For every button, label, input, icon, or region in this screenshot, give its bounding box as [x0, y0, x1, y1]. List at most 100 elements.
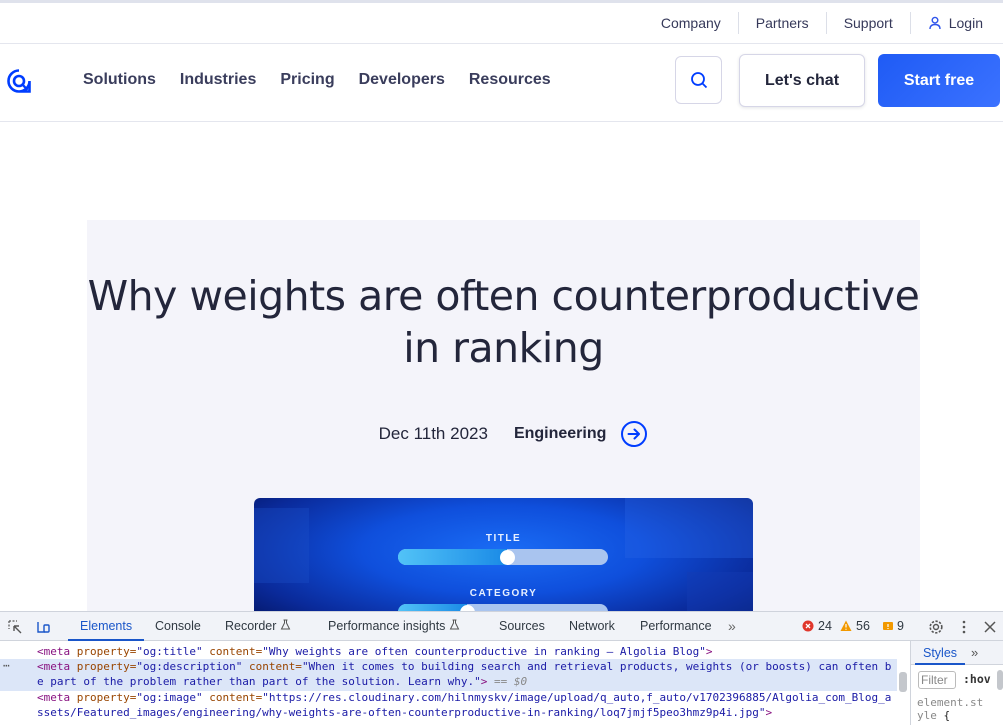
tab-performance-insights-label: Performance insights	[328, 619, 446, 633]
more-tabs-icon[interactable]: »	[971, 645, 978, 660]
nav-solutions[interactable]: Solutions	[83, 71, 156, 89]
tag-open: <meta	[37, 645, 71, 658]
login-link[interactable]: Login	[909, 12, 993, 34]
dom-node-og-description-cont[interactable]: e part of the problem rather than part o…	[37, 674, 527, 689]
attr-name: content=	[209, 645, 263, 658]
search-button[interactable]	[675, 56, 722, 104]
tab-elements[interactable]: Elements	[68, 612, 145, 641]
dom-node-og-title[interactable]: <meta property="og:title" content="Why w…	[37, 644, 713, 659]
styles-pane: Styles » Filter :hov element.style {	[910, 641, 1003, 725]
selected-marker: == $0	[493, 675, 528, 688]
title-slider	[398, 549, 608, 565]
tag-close: >	[480, 675, 488, 688]
article-date: Dec 11th 2023	[378, 424, 488, 443]
inspect-element-icon[interactable]	[7, 619, 23, 635]
slider-label-category: CATEGORY	[469, 588, 538, 599]
tag-close: >	[705, 645, 713, 658]
login-label: Login	[948, 15, 983, 31]
dom-node-og-image[interactable]: <meta property="og:image" content="https…	[37, 690, 891, 705]
attr-name: property=	[76, 645, 137, 658]
arrow-right-circle-icon[interactable]	[620, 420, 648, 448]
main-nav: Solutions Industries Pricing Developers …	[0, 44, 1003, 122]
elements-scrollbar[interactable]	[899, 672, 907, 692]
utility-bar: Company Partners Support Login	[0, 0, 1003, 44]
user-icon	[929, 16, 941, 30]
nav-pricing[interactable]: Pricing	[280, 71, 334, 89]
element-style-rule[interactable]: element.style {	[917, 696, 987, 722]
warning-count[interactable]: 56	[840, 619, 870, 633]
slider-fill	[398, 549, 508, 565]
devtools-panel: Elements Console Recorder Performance in…	[0, 611, 1003, 725]
styles-tabbar: Styles »	[911, 641, 1003, 665]
decoration	[625, 498, 753, 558]
attr-value: "og:title"	[136, 645, 203, 658]
start-free-button[interactable]: Start free	[878, 54, 1000, 107]
tab-sources[interactable]: Sources	[499, 612, 545, 641]
warning-icon	[840, 620, 852, 631]
support-link-label: Support	[843, 15, 893, 31]
lets-chat-button[interactable]: Let's chat	[739, 54, 865, 107]
tag-open: <meta	[37, 691, 71, 704]
devtools-tabbar: Elements Console Recorder Performance in…	[0, 612, 1003, 641]
error-count-label: 24	[818, 619, 832, 633]
featured-image: TITLE CATEGORY	[254, 498, 753, 628]
close-icon[interactable]	[982, 619, 998, 635]
dom-node-og-image-cont[interactable]: ssets/Featured_images/engineering/why-we…	[37, 705, 772, 720]
hover-state-toggle[interactable]: :hov	[963, 672, 991, 686]
tag-close: >	[765, 706, 773, 719]
warning-count-label: 56	[856, 619, 870, 633]
node-actions-icon[interactable]: ⋯	[3, 659, 10, 672]
issues-count[interactable]: 9	[883, 619, 904, 633]
attr-name: content=	[209, 691, 263, 704]
brace: {	[943, 709, 951, 722]
error-icon	[802, 620, 814, 632]
tab-network[interactable]: Network	[569, 612, 615, 641]
nav-links: Solutions Industries Pricing Developers …	[83, 71, 551, 89]
tab-recorder[interactable]: Recorder	[225, 612, 291, 641]
attr-value: "og:description"	[136, 660, 243, 673]
algolia-logo-icon[interactable]	[7, 69, 31, 93]
attr-name: property=	[76, 691, 137, 704]
issues-count-label: 9	[897, 619, 904, 633]
tab-styles[interactable]: Styles	[915, 641, 966, 665]
article-title: Why weights are often counterproductive …	[87, 272, 920, 372]
attr-name: content=	[248, 660, 302, 673]
issue-icon	[883, 622, 893, 630]
styles-filter-input[interactable]: Filter	[918, 671, 956, 689]
search-icon	[690, 72, 707, 89]
partners-link-label: Partners	[755, 15, 809, 31]
error-count[interactable]: 24	[802, 619, 832, 633]
attr-value: "Why weights are often counterproductive…	[262, 645, 706, 658]
elements-tree: ⋯ <meta property="og:title" content="Why…	[0, 641, 897, 725]
settings-gear-icon[interactable]	[928, 619, 944, 635]
attr-value: e part of the problem rather than part o…	[37, 675, 481, 688]
device-toolbar-icon[interactable]	[35, 619, 51, 635]
more-tabs-icon[interactable]: »	[728, 612, 736, 641]
company-link[interactable]: Company	[644, 12, 738, 34]
attr-name: property=	[76, 660, 137, 673]
attr-value: "og:image"	[136, 691, 203, 704]
attr-value: ssets/Featured_images/engineering/why-we…	[37, 706, 766, 719]
support-link[interactable]: Support	[825, 12, 910, 34]
dom-node-og-description[interactable]: <meta property="og:description" content=…	[37, 659, 891, 674]
slider-knob	[500, 550, 516, 565]
tab-performance-insights[interactable]: Performance insights	[328, 612, 460, 641]
nav-industries[interactable]: Industries	[180, 71, 256, 89]
decoration	[254, 508, 309, 583]
tag-open: <meta	[37, 660, 71, 673]
slider-label-title: TITLE	[485, 533, 522, 544]
flask-icon	[280, 619, 291, 630]
tab-console[interactable]: Console	[155, 612, 201, 641]
article-meta: Dec 11th 2023 Engineering	[87, 420, 920, 448]
partners-link[interactable]: Partners	[737, 12, 826, 34]
utility-links: Company Partners Support Login	[644, 12, 993, 34]
flask-icon	[449, 619, 460, 630]
attr-value: "https://res.cloudinary.com/hilnmyskv/im…	[262, 691, 892, 704]
styles-scrollbar[interactable]	[997, 670, 1003, 690]
nav-resources[interactable]: Resources	[469, 71, 551, 89]
tab-performance[interactable]: Performance	[640, 612, 712, 641]
article-category[interactable]: Engineering	[514, 425, 606, 443]
more-options-icon[interactable]	[956, 619, 972, 635]
nav-developers[interactable]: Developers	[359, 71, 445, 89]
company-link-label: Company	[660, 15, 721, 31]
